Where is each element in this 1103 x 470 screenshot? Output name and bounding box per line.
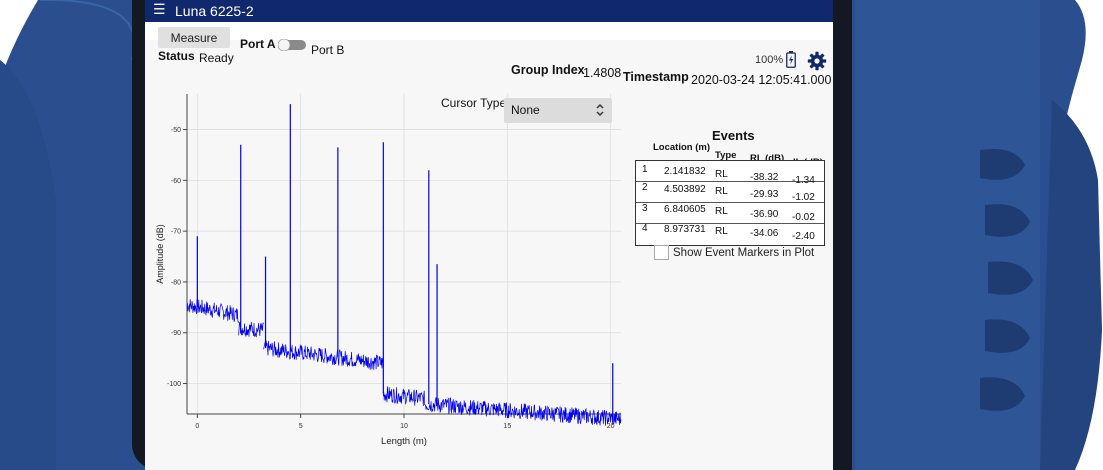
row-rl: -36.90 bbox=[750, 209, 779, 220]
row-location: 4.503892 bbox=[664, 184, 706, 195]
row-type: RL bbox=[715, 206, 728, 217]
y-tick-label: -60 bbox=[171, 178, 181, 185]
row-location: 6.840605 bbox=[664, 204, 706, 215]
chart-labels: 0 5 10 15 20 -50 -60 -70 -80 -90 -100 Length (m) Amp… bbox=[155, 127, 615, 447]
trace-noise-segment bbox=[238, 321, 264, 338]
group-index-label: Group Index bbox=[511, 63, 585, 77]
port-b-label: Port B bbox=[311, 43, 345, 57]
device-screen: ☰ Luna 6225-2 Measure Port A Port B Stat… bbox=[145, 0, 833, 470]
row-index: 1 bbox=[642, 164, 648, 175]
measure-button[interactable]: Measure bbox=[158, 27, 230, 48]
row-il: -2.40 bbox=[792, 231, 815, 242]
x-tick-label: 20 bbox=[607, 423, 615, 430]
x-tick-label: 10 bbox=[400, 423, 408, 430]
row-il: -1.02 bbox=[792, 192, 815, 203]
events-title: Events bbox=[712, 128, 755, 143]
hamburger-menu-icon[interactable]: ☰ bbox=[153, 1, 166, 18]
battery-level: 100% bbox=[755, 54, 784, 66]
trace-noise-segment bbox=[263, 340, 384, 370]
y-tick-label: -80 bbox=[171, 279, 181, 286]
chart-grid bbox=[187, 94, 621, 414]
row-rl: -34.06 bbox=[750, 228, 779, 239]
port-a-label: Port A bbox=[240, 37, 276, 51]
chart-axes bbox=[183, 94, 621, 418]
y-tick-label: -100 bbox=[167, 381, 181, 388]
row-location: 2.141832 bbox=[664, 166, 706, 177]
column-header-location: Location (m) bbox=[653, 142, 710, 153]
y-axis-title: Amplitude (dB) bbox=[155, 224, 165, 284]
table-row[interactable]: 4 8.973731 RL -34.06 -2.40 bbox=[636, 223, 824, 244]
trace-noise-segment bbox=[186, 298, 239, 324]
otdr-trace-chart[interactable]: 0 5 10 15 20 -50 -60 -70 -80 -90 -100 Length (m) Amp… bbox=[145, 84, 625, 470]
row-index: 2 bbox=[642, 182, 648, 193]
row-type: RL bbox=[715, 226, 728, 237]
title-bar: ☰ Luna 6225-2 bbox=[145, 0, 833, 22]
row-type: RL bbox=[715, 186, 728, 197]
table-row[interactable]: 1 2.141832 RL -38.32 -1.34 bbox=[636, 161, 824, 186]
x-tick-label: 0 bbox=[195, 423, 199, 430]
x-axis-title: Length (m) bbox=[381, 436, 427, 447]
table-row[interactable]: 2 4.503892 RL -29.93 -1.02 bbox=[636, 182, 824, 203]
events-table-body: 1 2.141832 RL -38.32 -1.34 2 4.503892 RL… bbox=[635, 160, 825, 246]
y-tick-label: -90 bbox=[171, 330, 181, 337]
row-rl: -29.93 bbox=[750, 189, 779, 200]
status-label: Status bbox=[158, 49, 195, 63]
table-row[interactable]: 3 6.840605 RL -36.90 -0.02 bbox=[636, 203, 824, 224]
row-index: 3 bbox=[642, 203, 648, 214]
row-il: -0.02 bbox=[792, 212, 815, 223]
x-tick-label: 15 bbox=[503, 423, 511, 430]
x-tick-label: 5 bbox=[299, 423, 303, 430]
battery-charging-icon bbox=[786, 51, 796, 68]
timestamp-label: Timestamp bbox=[623, 70, 689, 84]
show-event-markers-label: Show Event Markers in Plot bbox=[673, 247, 815, 259]
timestamp-value: 2020-03-24 12:05:41.000 bbox=[691, 73, 832, 87]
app-title: Luna 6225-2 bbox=[175, 3, 254, 19]
status-value: Ready bbox=[199, 51, 234, 65]
trace-noise-segment bbox=[424, 397, 622, 426]
row-location: 8.973731 bbox=[664, 224, 706, 235]
group-index-value: 1.4808 bbox=[583, 66, 622, 80]
show-event-markers-checkbox[interactable] bbox=[654, 245, 669, 260]
row-index: 4 bbox=[642, 223, 648, 234]
row-type: RL bbox=[715, 169, 728, 180]
y-tick-label: -50 bbox=[171, 127, 181, 134]
gear-icon[interactable] bbox=[807, 51, 827, 71]
port-toggle-switch[interactable] bbox=[278, 39, 307, 51]
y-tick-label: -70 bbox=[171, 229, 181, 236]
